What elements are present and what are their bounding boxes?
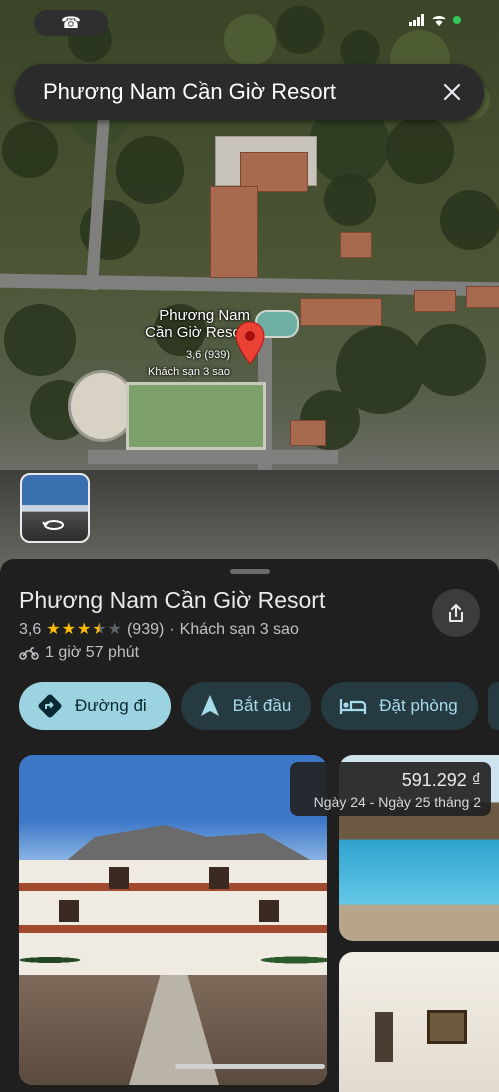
- star-rating: ★ ★ ★ ★ ★: [46, 622, 122, 638]
- phone-icon: ☎: [61, 15, 81, 32]
- field: [126, 382, 266, 450]
- search-bar[interactable]: Phương Nam Cần Giờ Resort: [15, 64, 484, 120]
- hotel-photo-main[interactable]: [19, 755, 327, 1085]
- photo-window: [209, 867, 229, 889]
- status-icons: [409, 14, 461, 26]
- photo-picture-frame: [427, 1010, 467, 1044]
- book-room-label: Đặt phòng: [379, 696, 458, 715]
- navigation-arrow-icon: [200, 695, 219, 716]
- star-icon: ★: [61, 621, 76, 638]
- start-label: Bắt đầu: [232, 696, 292, 715]
- photo-railing: [19, 883, 327, 891]
- privacy-dot-icon: [453, 16, 461, 24]
- photo-trees: [19, 933, 327, 978]
- photo-window: [59, 900, 79, 922]
- price-tag[interactable]: 591.292 ₫ Ngày 24 - Ngày 25 tháng 2: [290, 762, 491, 816]
- building: [300, 298, 382, 326]
- photo-window: [375, 1012, 393, 1062]
- directions-icon: [38, 694, 62, 718]
- star-icon: ★: [76, 621, 92, 638]
- map-pin-type: Khách sạn 3 sao: [148, 366, 230, 378]
- photo-window: [259, 900, 279, 922]
- motorbike-icon: [19, 647, 39, 660]
- photo-window: [109, 867, 129, 889]
- location-pin-icon[interactable]: [234, 321, 266, 365]
- separator: ·: [169, 621, 175, 638]
- photo-railing: [19, 925, 327, 933]
- share-icon: [449, 604, 463, 622]
- photo-roof: [61, 825, 319, 865]
- building: [210, 186, 258, 278]
- hotel-photo-room[interactable]: [339, 952, 499, 1092]
- building: [414, 290, 456, 312]
- star-icon: ★: [46, 621, 61, 638]
- place-name: Phương Nam Cần Giờ Resort: [19, 587, 326, 613]
- star-empty-icon: ★: [107, 621, 122, 638]
- search-query[interactable]: Phương Nam Cần Giờ Resort: [43, 79, 432, 105]
- rotate-360-icon: [42, 520, 64, 530]
- street-view-thumbnail[interactable]: [20, 473, 90, 543]
- place-sheet[interactable]: Phương Nam Cần Giờ Resort 3,6 ★ ★ ★ ★ ★ …: [0, 559, 499, 1092]
- drag-handle[interactable]: [230, 569, 270, 574]
- star-half-icon: ★: [92, 621, 107, 638]
- bed-icon: [340, 699, 367, 714]
- travel-time-row: 1 giờ 57 phút: [19, 644, 139, 662]
- more-action-chip[interactable]: [487, 682, 499, 730]
- home-indicator[interactable]: [175, 1064, 325, 1069]
- map-view[interactable]: ☎ Phương Nam Cần Giờ Resort Phương Nam C…: [0, 0, 499, 575]
- directions-button[interactable]: Đường đi: [19, 682, 171, 730]
- share-button[interactable]: [432, 589, 480, 637]
- close-icon[interactable]: [432, 72, 472, 112]
- call-indicator[interactable]: ☎: [34, 10, 108, 36]
- directions-label: Đường đi: [75, 696, 147, 715]
- map-pin-rating: 3,6 (939): [185, 349, 230, 361]
- start-button[interactable]: Bắt đầu: [180, 682, 312, 730]
- review-count: (939): [126, 621, 165, 638]
- signal-icon: [409, 14, 425, 26]
- price-amount: 591.292 ₫: [401, 770, 481, 790]
- road: [88, 450, 338, 464]
- place-category: Khách sạn 3 sao: [179, 621, 299, 638]
- map-pin-title[interactable]: Phương Nam Cần Giờ Resort: [110, 307, 250, 341]
- rating-row[interactable]: 3,6 ★ ★ ★ ★ ★ (939) · Khách sạn 3 sao: [19, 621, 299, 639]
- building: [466, 286, 499, 308]
- price-dates: Ngày 24 - Ngày 25 tháng 2: [313, 794, 481, 810]
- action-chips: Đường đi Bắt đầu Đặt phòng: [19, 682, 499, 730]
- building: [290, 420, 326, 446]
- wifi-icon: [432, 15, 446, 26]
- building: [340, 232, 372, 258]
- book-room-button[interactable]: Đặt phòng: [321, 682, 478, 730]
- travel-time: 1 giờ 57 phút: [45, 644, 140, 661]
- rating-value: 3,6: [19, 621, 42, 638]
